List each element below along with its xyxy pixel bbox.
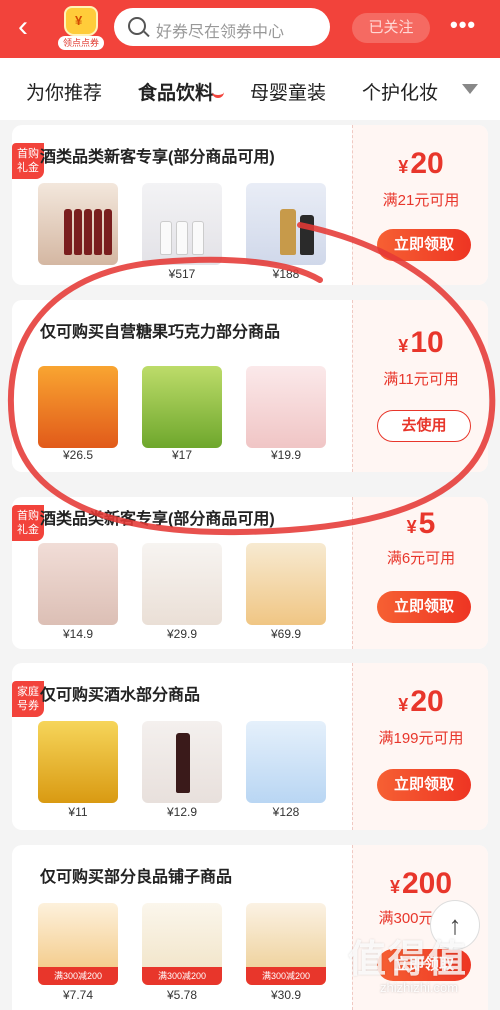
product-price: ¥30.9 xyxy=(270,988,302,1002)
coupon-amount: ¥5 xyxy=(406,507,436,540)
product-price: ¥11 xyxy=(68,805,88,819)
coupon-card: 仅可购买自营糖果巧克力部分商品 ¥26.5 ¥17 ¥19.9 ¥10 满11元… xyxy=(12,300,488,472)
tab-personal-care[interactable]: 个护化妆 xyxy=(362,78,438,105)
coupon-card: 首购 礼金 酒类品类新客专享(部分商品可用) ¥517 ¥188 ¥20 满21元… xyxy=(12,125,488,285)
product-price: ¥17 xyxy=(171,448,193,462)
claim-button[interactable]: 立即领取 xyxy=(377,769,471,801)
coupon-amount: ¥10 xyxy=(398,326,444,359)
use-button[interactable]: 去使用 xyxy=(377,410,471,442)
coupon-bag-icon: ¥ xyxy=(64,6,98,36)
product-image[interactable] xyxy=(246,543,326,625)
coupon-condition: 满199元可用 xyxy=(378,730,464,747)
chevron-down-icon[interactable] xyxy=(462,84,478,94)
top-header: ‹ ¥ 领点点券 好券尽在领券中心 已关注 ••• xyxy=(0,0,500,58)
coupon-amount: ¥20 xyxy=(398,147,444,180)
promo-strip: 满300减200 xyxy=(142,967,222,985)
back-arrow-icon[interactable]: ‹ xyxy=(18,12,50,44)
watermark-url: zhizhizhi.com xyxy=(380,980,459,995)
watermark: 值得值 xyxy=(348,939,469,981)
product-image[interactable]: 满300减200 xyxy=(38,903,118,985)
category-tabs: 为你推荐 食品饮料 母婴童装 个护化妆 xyxy=(0,58,500,120)
tab-food-drink[interactable]: 食品饮料 xyxy=(138,78,214,105)
product-price: ¥26.5 xyxy=(62,448,94,462)
search-box[interactable]: 好券尽在领券中心 xyxy=(114,8,330,46)
coupon-condition: 满21元可用 xyxy=(382,192,460,209)
product-price: ¥12.9 xyxy=(166,805,198,819)
follow-button[interactable]: 已关注 xyxy=(352,13,430,43)
product-image[interactable] xyxy=(142,366,222,448)
tab-recommend[interactable]: 为你推荐 xyxy=(26,78,102,105)
more-icon[interactable]: ••• xyxy=(450,12,476,38)
coupon-condition: 满11元可用 xyxy=(383,371,459,388)
claim-button[interactable]: 立即领取 xyxy=(377,229,471,261)
search-placeholder: 好券尽在领券中心 xyxy=(156,24,285,41)
product-price: ¥7.74 xyxy=(62,988,94,1002)
promo-strip: 满300减200 xyxy=(38,967,118,985)
product-price: ¥19.9 xyxy=(270,448,302,462)
product-image[interactable]: 满300减200 xyxy=(142,903,222,985)
product-price: ¥5.78 xyxy=(166,988,198,1002)
product-price: ¥29.9 xyxy=(166,627,198,641)
coupon-amount: ¥200 xyxy=(389,867,453,900)
product-image[interactable]: 满300减200 xyxy=(246,903,326,985)
coupon-points-badge[interactable]: ¥ 领点点券 xyxy=(56,4,106,52)
product-price: ¥69.9 xyxy=(270,627,302,641)
coupon-title: 酒类品类新客专享(部分商品可用) xyxy=(40,511,275,528)
product-image[interactable] xyxy=(38,543,118,625)
coupon-title: 仅可购买自营糖果巧克力部分商品 xyxy=(40,324,281,341)
coupon-card: 首购 礼金 酒类品类新客专享(部分商品可用) ¥14.9 ¥29.9 ¥69.9 … xyxy=(12,497,488,649)
product-price: ¥517 xyxy=(168,267,196,281)
coupon-condition: 满6元可用 xyxy=(386,550,456,567)
product-price: ¥128 xyxy=(272,805,300,819)
product-image[interactable] xyxy=(142,543,222,625)
coupon-amount: ¥20 xyxy=(398,685,444,718)
product-image[interactable] xyxy=(38,183,118,265)
product-price: ¥14.9 xyxy=(62,627,94,641)
coupon-card: 家庭 号券 仅可购买酒水部分商品 ¥11 ¥12.9 ¥128 ¥20 满199元… xyxy=(12,663,488,830)
product-price: ¥188 xyxy=(272,267,300,281)
coupon-title: 仅可购买酒水部分商品 xyxy=(40,687,201,704)
tab-baby[interactable]: 母婴童装 xyxy=(250,78,326,105)
product-image[interactable] xyxy=(246,366,326,448)
product-image[interactable] xyxy=(38,721,118,803)
badge-label: 领点点券 xyxy=(58,36,104,50)
product-image[interactable] xyxy=(142,721,222,803)
coupon-title: 仅可购买部分良品铺子商品 xyxy=(40,869,233,886)
product-image[interactable] xyxy=(142,183,222,265)
product-image[interactable] xyxy=(246,183,326,265)
search-icon xyxy=(128,17,146,35)
product-image[interactable] xyxy=(246,721,326,803)
promo-strip: 满300减200 xyxy=(246,967,326,985)
coupon-title: 酒类品类新客专享(部分商品可用) xyxy=(40,149,275,166)
claim-button[interactable]: 立即领取 xyxy=(377,591,471,623)
product-image[interactable] xyxy=(38,366,118,448)
